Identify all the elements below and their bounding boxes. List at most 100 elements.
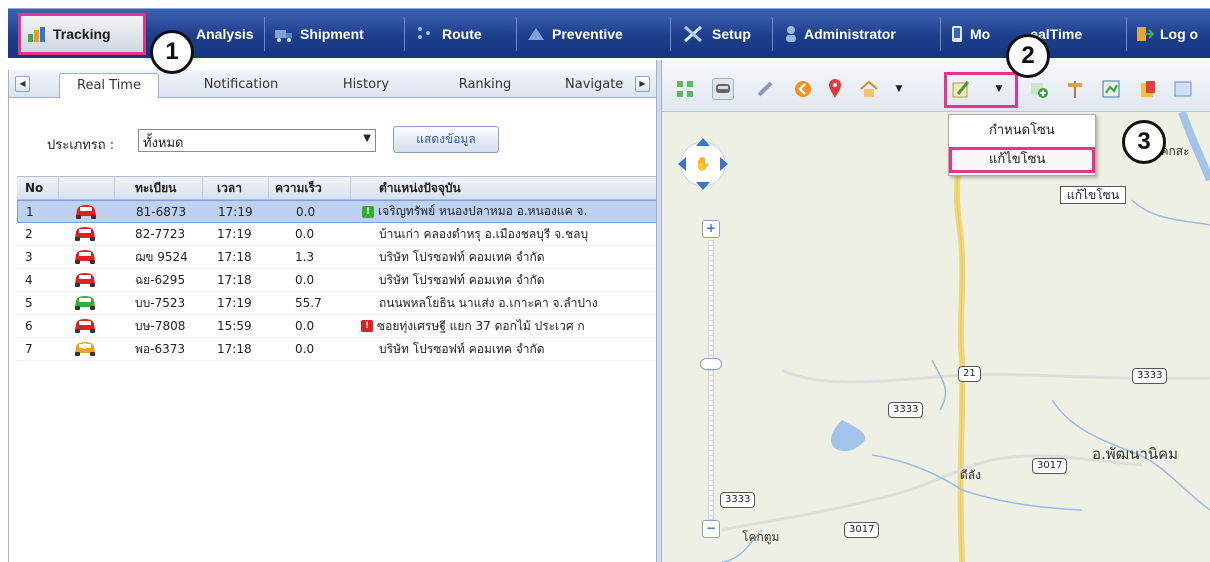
place-marker-button[interactable] (824, 78, 846, 100)
col-location[interactable]: ตำแหน่งปัจจุบัน (351, 177, 660, 199)
tab-scroll-right-button[interactable]: ▶ (635, 76, 650, 92)
menu-preventive-label: Preventive (552, 26, 623, 42)
tracking-icon (28, 27, 45, 42)
table-row[interactable]: 2 82-7723 17:19 0.0 บ้านเก่า คลองตำหรุ อ.เมื… (17, 223, 660, 246)
cell-vehicle-icon (59, 338, 115, 360)
mobile-icon (952, 26, 962, 42)
map-toolbar: ▼ ▼ (662, 60, 1210, 112)
car-status-icon (75, 273, 95, 287)
menu-analysis[interactable]: Analysis (196, 9, 254, 59)
cell-time: 17:19 (217, 227, 252, 241)
table-row[interactable]: 1 81-6873 17:19 0.0! เจริญทรัพย์ หนองปลาหมอ … (17, 200, 660, 223)
cell-no: 7 (25, 342, 33, 356)
cell-plate: บษ-7808 (135, 318, 186, 333)
car-status-icon (75, 227, 95, 241)
cell-time: 17:18 (217, 250, 252, 264)
cell-location-text: บริษัท โปรซอฟท์ คอมเทค จำกัด (379, 249, 545, 264)
callout-2: 2 (1006, 34, 1050, 78)
menu-tracking-label: Tracking (53, 26, 111, 42)
zoom-out-button[interactable]: − (702, 520, 720, 538)
add-point-button[interactable] (1028, 78, 1050, 100)
table-row[interactable]: 3 ฌข 9524 17:18 1.3 บริษัท โปรซอฟท์ คอมเทค จ… (17, 246, 660, 269)
cell-location: ! เจริญทรัพย์ หนองปลาหมอ อ.หนองแค จ. (352, 201, 661, 222)
report-button[interactable] (1136, 78, 1158, 100)
tab-strip: ◀ Real Time Notification History Ranking… (9, 70, 660, 98)
menu-logout[interactable]: Log o (1136, 9, 1198, 59)
menu-route[interactable]: Route (416, 9, 482, 59)
road-shield-3333: 3333 (720, 492, 756, 508)
cell-vehicle-icon (59, 223, 115, 245)
menu-item-define-zone[interactable]: กำหนดโซน (949, 117, 1095, 145)
tab-real-time[interactable]: Real Time (59, 73, 159, 98)
map-pan-control[interactable]: ✋ (676, 134, 730, 204)
zoom-slider[interactable]: + − (700, 220, 722, 542)
cell-vehicle-icon (59, 269, 115, 291)
cell-no: 5 (25, 296, 33, 310)
truck-icon (275, 30, 292, 42)
cell-speed: 55.7 (295, 296, 322, 310)
cell-location-text: บ้านเก่า คลองตำหรุ อ.เมืองชลบุรี จ.ชลบุ (379, 226, 589, 241)
grid-header: No ทะเบียน เวลา ความเร็ว ตำแหน่งปัจจุบัน (17, 176, 660, 200)
filter-bar: ประเภทรถ : ทั้งหมด ▼ แสดงข้อมูล (9, 98, 660, 176)
tab-ranking[interactable]: Ranking (445, 73, 525, 98)
zone-button[interactable] (950, 78, 972, 100)
col-plate[interactable]: ทะเบียน (115, 177, 203, 199)
cell-time: 17:19 (217, 296, 252, 310)
col-time[interactable]: เวลา (203, 177, 269, 199)
tools-icon (684, 25, 702, 43)
cell-no: 1 (26, 204, 34, 219)
zoom-track[interactable] (708, 240, 714, 520)
col-speed[interactable]: ความเร็ว (269, 177, 351, 199)
table-row[interactable]: 6 บษ-7808 15:59 0.0! ซอยทุ่งเศรษฐี แยก 37 ดอ… (17, 315, 660, 338)
home-button[interactable] (858, 78, 880, 100)
back-arrow-icon (795, 81, 811, 97)
app-window: Tracking Analysis Shipment Route Prevent… (0, 0, 1210, 562)
zoom-in-button[interactable]: + (702, 220, 720, 238)
cell-location-text: บริษัท โปรซอฟท์ คอมเทค จำกัด (379, 272, 545, 287)
table-row[interactable]: 4 ฉย-6295 17:18 0.0 บริษัท โปรซอฟท์ คอมเทค จ… (17, 269, 660, 292)
zoom-handle[interactable] (700, 358, 722, 370)
table-row[interactable]: 7 พอ-6373 17:18 0.0 บริษัท โปรซอฟท์ คอมเทค จ… (17, 338, 660, 361)
vehicle-type-select[interactable]: ทั้งหมด ▼ (138, 129, 376, 152)
zone-dropdown-button[interactable]: ▼ (988, 78, 1010, 100)
menu-divider (404, 17, 405, 51)
cell-vehicle-icon (59, 315, 115, 337)
cell-no: 3 (25, 250, 33, 264)
cell-location: บริษัท โปรซอฟท์ คอมเทค จำกัด (351, 338, 660, 360)
warning-icon: ! (362, 205, 374, 218)
menu-administrator[interactable]: Administrator (784, 9, 896, 59)
cell-location: ถนนพหลโยธิน นาแส่ง อ.เกาะคา จ.ลำปาง (351, 292, 660, 314)
cell-vehicle-icon (60, 201, 116, 222)
show-data-button[interactable]: แสดงข้อมูล (393, 126, 499, 153)
table-row[interactable]: 5 บบ-7523 17:19 55.7 ถนนพหลโยธิน นาแส่ง อ.เก… (17, 292, 660, 315)
tab-history[interactable]: History (331, 73, 401, 98)
chevron-down-icon: ▼ (363, 133, 371, 144)
menu-preventive[interactable]: Preventive (526, 9, 623, 59)
signpost-button[interactable] (1064, 78, 1086, 100)
tab-scroll-left-button[interactable]: ◀ (15, 76, 30, 92)
menu-tracking[interactable]: Tracking (18, 13, 146, 55)
tab-navigate[interactable]: Navigate (565, 73, 627, 98)
menu-divider (670, 17, 671, 51)
cell-speed: 0.0 (295, 319, 315, 333)
tab-notification[interactable]: Notification (191, 73, 291, 98)
col-no[interactable]: No (17, 177, 59, 199)
vehicle-view-button[interactable] (712, 78, 734, 100)
home-dropdown-button[interactable]: ▼ (888, 78, 910, 100)
car-status-icon (75, 342, 95, 356)
edit-zone-tooltip: แก้ไขโซน (1060, 186, 1127, 204)
map-layer-icon (1102, 80, 1120, 98)
measure-button[interactable] (754, 78, 776, 100)
menu-logout-label: Log o (1160, 26, 1199, 42)
map-label-khok-tum: โคกตูม (742, 530, 780, 544)
back-button[interactable] (792, 78, 814, 100)
menu-item-edit-zone[interactable]: แก้ไขโซน (949, 147, 1095, 173)
grid-view-button[interactable] (674, 78, 696, 100)
menu-shipment[interactable]: Shipment (274, 9, 364, 59)
menu-setup[interactable]: Setup (682, 9, 751, 59)
map-layer-button[interactable] (1100, 78, 1122, 100)
export-button[interactable] (1172, 78, 1194, 100)
menu-setup-label: Setup (712, 26, 751, 42)
user-icon (786, 26, 796, 42)
road-shield-3017: 3017 (1032, 458, 1068, 474)
